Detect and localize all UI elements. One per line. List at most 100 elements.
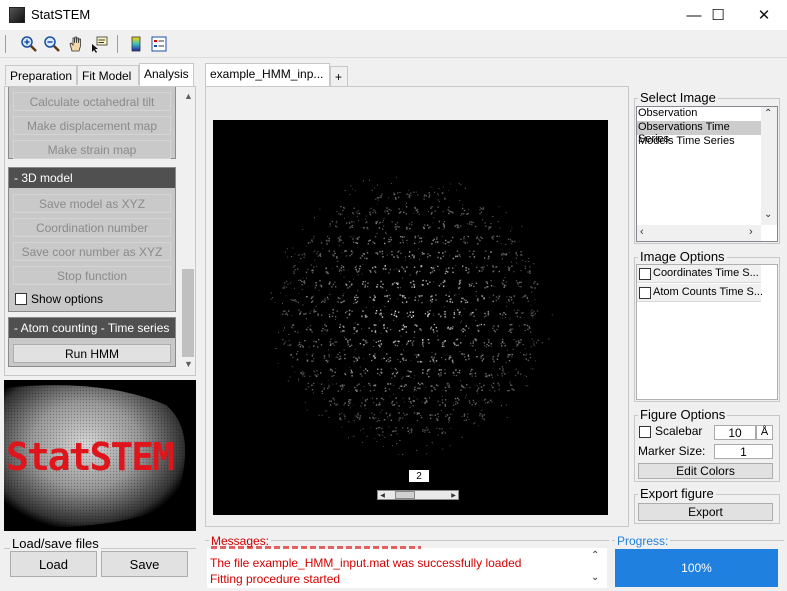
calculate-octahedral-tilt-button[interactable]: Calculate octahedral tilt (13, 92, 171, 111)
chevron-up-icon[interactable]: ⌃ (591, 550, 599, 561)
atom-pixel (501, 345, 503, 347)
atom-pixel (422, 429, 424, 431)
list-item-models-time-series[interactable]: Models Time Series (637, 135, 761, 149)
coordination-number-button[interactable]: Coordination number (13, 218, 171, 237)
listbox-vscrollbar[interactable]: ⌃ ⌄ (761, 107, 777, 225)
list-item-observation[interactable]: Observation (637, 107, 761, 121)
frame-slider[interactable]: ◀ ▶ (377, 490, 459, 500)
atom-pixel (369, 296, 371, 298)
save-coor-number-button[interactable]: Save coor number as XYZ (13, 242, 171, 261)
add-tab-button[interactable]: + (330, 66, 348, 86)
noise-pixel (404, 401, 406, 403)
atom-pixel (369, 211, 371, 214)
scroll-down-icon[interactable]: ▼ (184, 359, 193, 369)
slider-right-arrow-icon[interactable]: ▶ (449, 491, 458, 499)
atom-pixel (412, 400, 415, 402)
scalebar-input[interactable]: 10 (714, 425, 756, 440)
make-displacement-map-button[interactable]: Make displacement map (13, 116, 171, 135)
noise-pixel (374, 299, 376, 301)
atom-pixel (518, 281, 521, 284)
select-image-listbox[interactable]: Observation Observations Time Series Mod… (636, 106, 778, 242)
atom-pixel (311, 301, 313, 303)
atom-pixel (424, 194, 426, 196)
atom-pixel (343, 300, 345, 302)
atom-pixel (513, 295, 516, 297)
export-button[interactable]: Export (638, 503, 773, 521)
tab-preparation[interactable]: Preparation (5, 65, 77, 85)
scalebar-checkbox[interactable] (639, 426, 651, 438)
close-button[interactable]: ✕ (741, 0, 787, 30)
stop-function-button[interactable]: Stop function (13, 266, 171, 285)
atom-pixel (476, 390, 478, 392)
noise-pixel (306, 318, 307, 320)
maximize-button[interactable]: ☐ (695, 0, 741, 30)
atom-pixel (470, 370, 472, 372)
legend-icon[interactable] (148, 33, 170, 55)
atom-pixel (386, 327, 389, 329)
noise-pixel (492, 357, 493, 359)
scroll-up-icon[interactable]: ▲ (184, 91, 193, 101)
data-cursor-icon[interactable] (88, 33, 110, 55)
atom-pixel (502, 254, 504, 256)
coordinates-time-series-checkbox[interactable] (639, 268, 651, 280)
atom-counts-time-series-checkbox[interactable] (639, 287, 651, 299)
list-item-observations-time-series[interactable]: Observations Time Series (637, 121, 761, 145)
chevron-up-icon[interactable]: ⌃ (764, 108, 772, 119)
hmm-image-canvas[interactable] (213, 120, 608, 515)
run-hmm-button[interactable]: Run HMM (13, 344, 171, 363)
3d-model-header[interactable]: - 3D model (9, 168, 175, 188)
show-options-checkbox[interactable] (15, 293, 27, 305)
save-button[interactable]: Save (101, 551, 188, 577)
atom-pixel (333, 374, 335, 377)
load-button[interactable]: Load (10, 551, 97, 577)
tab-example-hmm-input[interactable]: example_HMM_inp... (205, 63, 330, 86)
colorbar-icon[interactable] (125, 33, 147, 55)
noise-pixel (352, 404, 354, 406)
atom-pixel (322, 327, 324, 330)
slider-left-arrow-icon[interactable]: ◀ (378, 491, 387, 499)
chevron-down-icon[interactable]: ⌄ (764, 209, 772, 220)
noise-pixel (525, 385, 527, 387)
slider-thumb[interactable] (395, 491, 415, 499)
atom-pixel (398, 387, 400, 389)
atom-pixel (524, 267, 526, 269)
atom-counting-header[interactable]: - Atom counting - Time series (9, 318, 175, 338)
scrollbar-thumb[interactable] (182, 269, 194, 357)
noise-pixel (383, 217, 385, 219)
atom-pixel (417, 235, 419, 237)
atom-pixel (292, 356, 294, 359)
make-strain-map-button[interactable]: Make strain map (13, 140, 171, 159)
tab-analysis[interactable]: Analysis (139, 63, 194, 86)
left-panel-scrollbar[interactable]: ▲ ▼ (180, 87, 195, 375)
chevron-right-icon[interactable]: › (749, 226, 753, 238)
zoom-out-icon[interactable] (41, 33, 63, 55)
noise-pixel (522, 260, 524, 261)
atom-pixel (510, 328, 512, 330)
atom-pixel (382, 398, 385, 401)
tab-fit-model[interactable]: Fit Model (77, 65, 139, 85)
atom-pixel (423, 198, 425, 200)
marker-size-input[interactable]: 1 (714, 444, 773, 459)
zoom-in-icon[interactable] (18, 33, 40, 55)
chevron-down-icon[interactable]: ⌄ (591, 572, 599, 583)
atom-pixel (358, 270, 360, 272)
atom-pixel (507, 390, 509, 392)
noise-pixel (388, 209, 390, 210)
atom-pixel (455, 400, 457, 403)
atom-pixel (451, 359, 454, 361)
save-model-as-xyz-button[interactable]: Save model as XYZ (13, 194, 171, 213)
atom-pixel (525, 353, 528, 355)
chevron-left-icon[interactable]: ‹ (640, 226, 644, 238)
atom-pixel (437, 241, 439, 243)
atom-pixel (459, 282, 461, 284)
select-image-title: Select Image (638, 90, 718, 105)
listbox-hscrollbar[interactable]: ‹ › (637, 225, 761, 241)
edit-colors-button[interactable]: Edit Colors (638, 463, 773, 479)
atom-pixel (409, 227, 411, 230)
noise-pixel (344, 217, 345, 219)
atom-pixel (422, 284, 424, 286)
atom-pixel (384, 264, 386, 267)
pan-hand-icon[interactable] (65, 33, 87, 55)
atom-pixel (345, 255, 348, 257)
noise-pixel (500, 243, 502, 245)
